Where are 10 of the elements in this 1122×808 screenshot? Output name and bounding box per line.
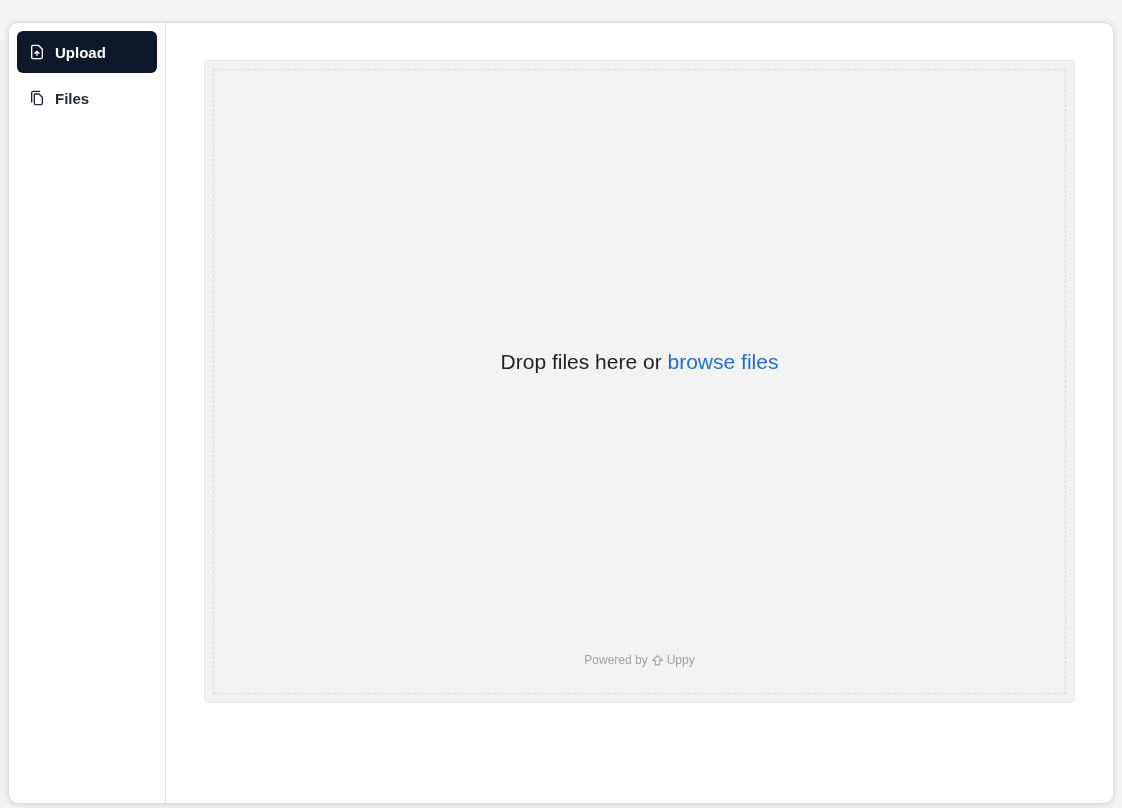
sidebar-item[interactable]: Upload xyxy=(17,31,157,73)
brand-name: Uppy xyxy=(666,653,695,667)
powered-by-text: Powered by xyxy=(584,653,648,667)
sidebar-item[interactable]: Files xyxy=(17,77,157,119)
drop-zone[interactable]: Drop files here or browse files Powered by Uppy xyxy=(204,60,1075,703)
upload-file-icon xyxy=(29,44,45,60)
browse-link[interactable]: browse files xyxy=(667,349,779,373)
files-icon xyxy=(29,90,45,106)
up-arrow-icon xyxy=(650,653,664,667)
drop-prompt: Drop files here or browse files xyxy=(500,349,779,374)
